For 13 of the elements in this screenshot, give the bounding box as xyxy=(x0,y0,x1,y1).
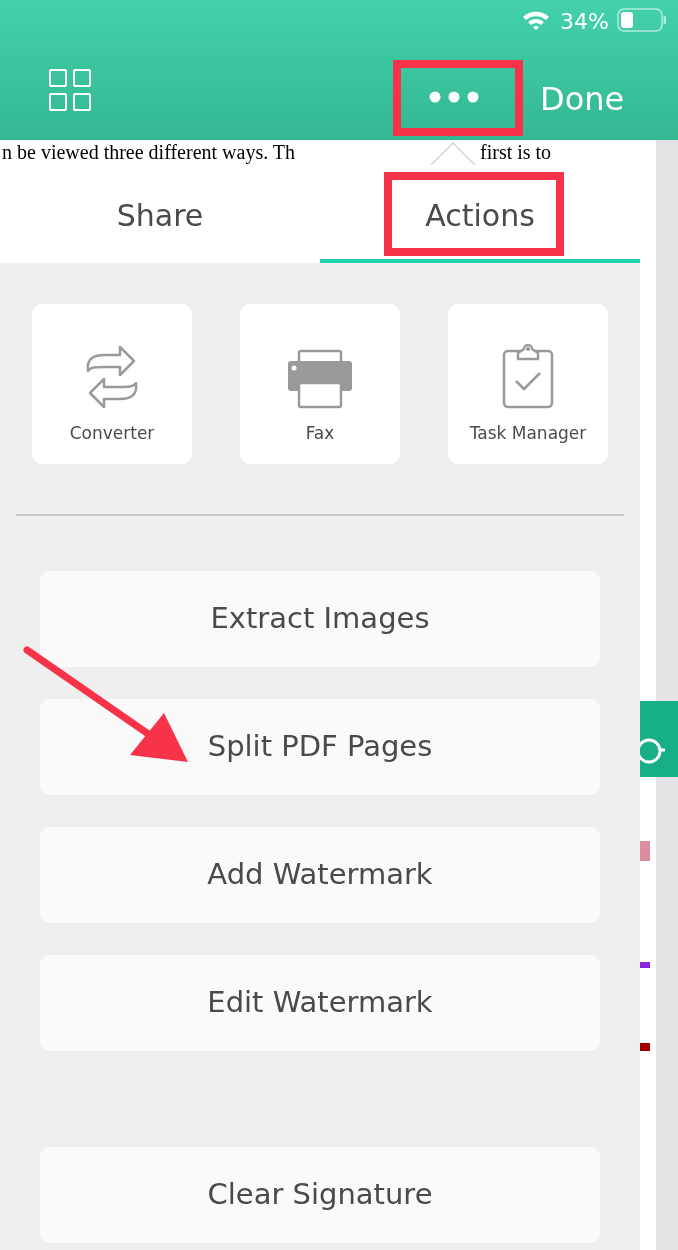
action-button[interactable]: Edit Watermark xyxy=(40,955,600,1051)
tab[interactable]: Actions xyxy=(320,165,640,263)
tool-button[interactable]: Fax xyxy=(240,304,400,464)
tool-button[interactable]: Converter xyxy=(32,304,192,464)
tab[interactable]: Share xyxy=(0,165,320,263)
document-text: first is to xyxy=(480,141,552,164)
document-text: n be viewed three different ways. Th xyxy=(2,141,296,164)
action-button[interactable]: Extract Images xyxy=(40,571,600,667)
tool-button[interactable]: Task Manager xyxy=(448,304,608,464)
action-button[interactable]: Add Watermark xyxy=(40,827,600,923)
action-button[interactable]: Split PDF Pages xyxy=(40,699,600,795)
battery-percentage: 34% xyxy=(560,8,609,36)
action-button[interactable]: Clear Signature xyxy=(40,1147,600,1243)
